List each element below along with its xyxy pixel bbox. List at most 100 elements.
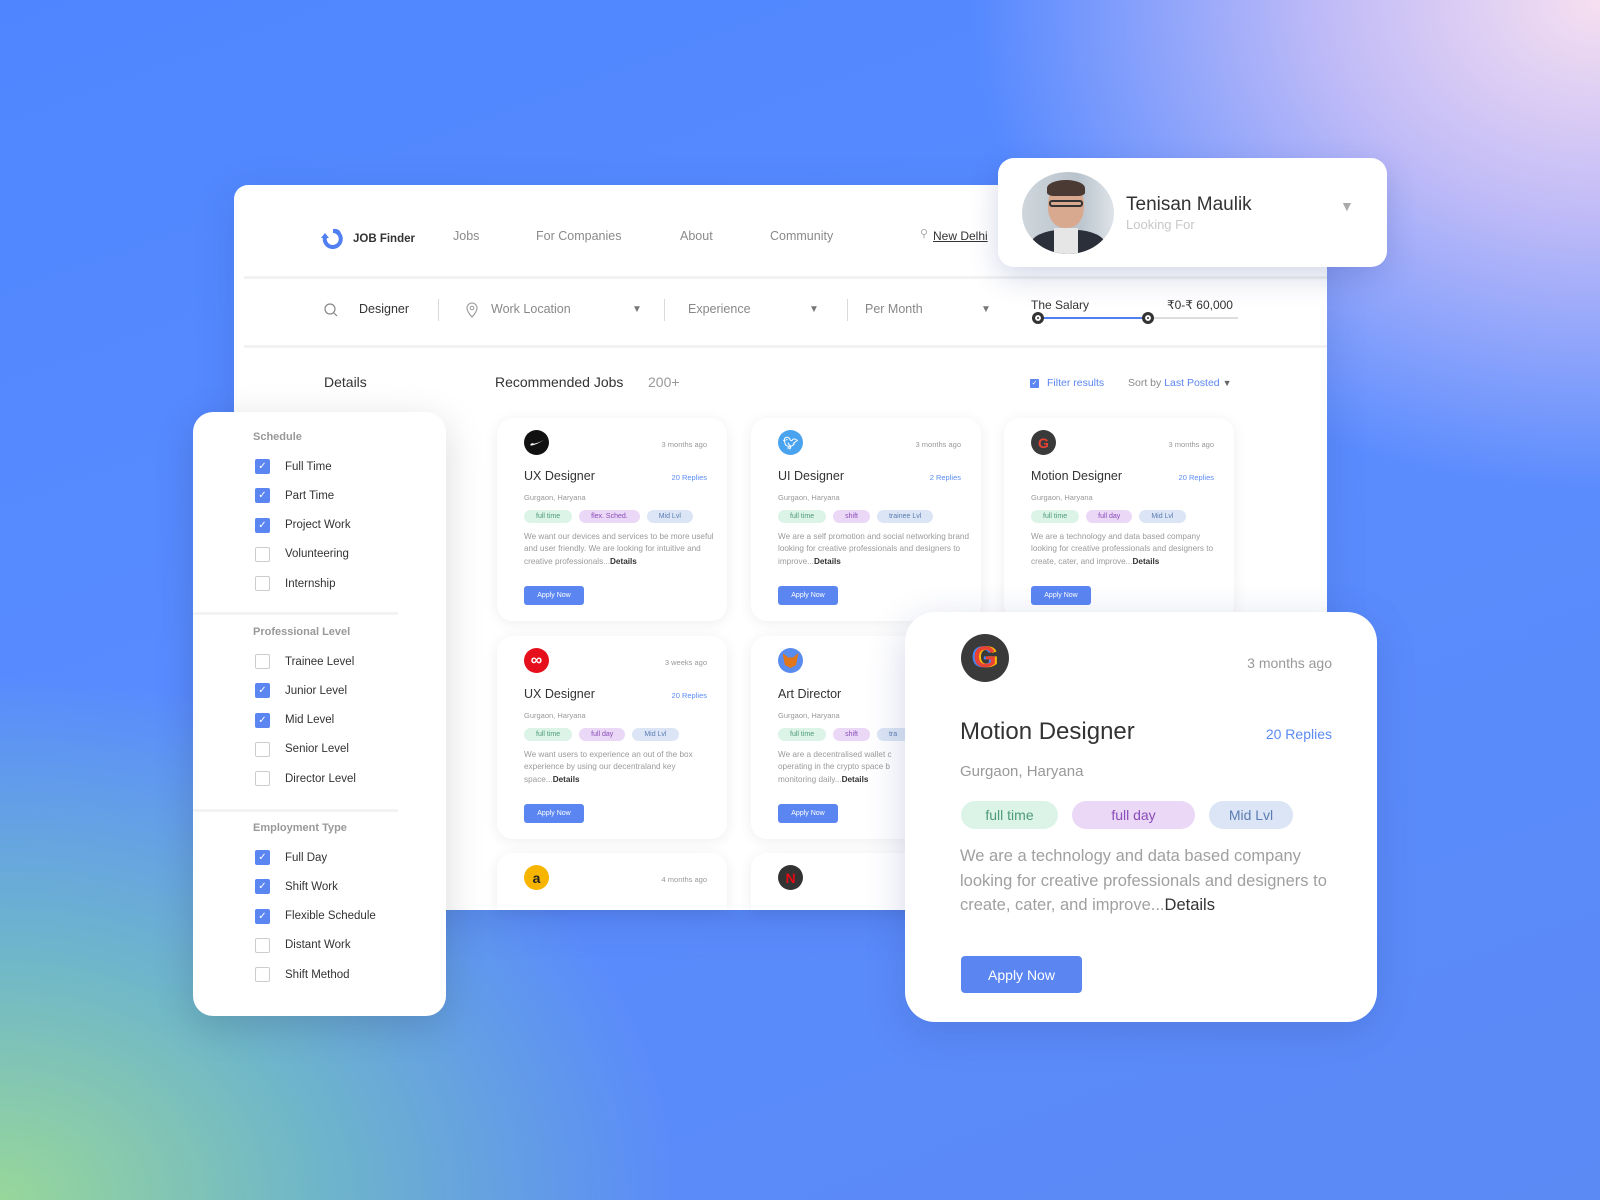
filter-option[interactable]: ✓ Junior Level <box>255 683 347 699</box>
checkbox-unchecked-icon[interactable] <box>255 967 270 983</box>
experience-select[interactable]: Experience <box>688 302 751 316</box>
checkbox-unchecked-icon[interactable] <box>255 576 270 592</box>
replies-link[interactable]: 20 Replies <box>1179 473 1214 482</box>
tag: full time <box>524 510 573 523</box>
filter-option-label: Director Level <box>285 772 356 785</box>
job-tags: full time shift tra <box>778 728 910 741</box>
details-link[interactable]: Details <box>553 775 580 784</box>
job-card[interactable]: G 3 months ago Motion Designer 20 Replies Gu… <box>1004 418 1234 621</box>
checkbox-checked-icon[interactable]: ✓ <box>255 459 270 474</box>
featured-job-card[interactable]: G 3 months ago Motion Designer 20 Replie… <box>905 612 1377 1022</box>
period-select[interactable]: Per Month <box>865 302 923 316</box>
filter-results-toggle[interactable]: ✓ Filter results <box>1030 377 1104 389</box>
sort-dropdown[interactable]: Sort by Last Posted ▼ <box>1128 377 1231 389</box>
slider-handle-min[interactable] <box>1032 312 1044 324</box>
brand-logo[interactable]: JOB Finder <box>319 227 415 251</box>
apply-now-button[interactable]: Apply Now <box>778 586 838 605</box>
filter-option[interactable]: Distant Work <box>255 937 351 953</box>
chevron-down-icon[interactable]: ▼ <box>809 304 819 315</box>
tag: flex. Sched. <box>579 510 640 523</box>
featured-title: Motion Designer <box>960 718 1135 745</box>
filter-option[interactable]: Volunteering <box>255 546 349 562</box>
location-link[interactable]: New Delhi <box>933 229 988 243</box>
filter-option[interactable]: ✓ Full Day <box>255 850 327 865</box>
checkbox-unchecked-icon[interactable] <box>255 546 270 562</box>
job-card[interactable]: a 4 months ago <box>497 853 727 910</box>
apply-now-button[interactable]: Apply Now <box>778 804 838 823</box>
avatar <box>1022 172 1114 254</box>
amazon-logo-icon: a <box>524 865 549 890</box>
filter-option[interactable]: ✓ Full Time <box>255 459 332 474</box>
checkbox-checked-icon[interactable]: ✓ <box>255 712 270 728</box>
details-link[interactable]: Details <box>842 775 869 784</box>
checkbox-unchecked-icon[interactable] <box>255 937 270 953</box>
featured-description: We are a technology and data based compa… <box>960 844 1355 918</box>
filter-group-title: Professional Level <box>253 626 351 638</box>
profile-card[interactable]: Tenisan Maulik Looking For ▼ <box>998 158 1387 267</box>
filter-option[interactable]: ✓ Project Work <box>255 517 351 533</box>
details-link[interactable]: Details <box>1132 557 1159 566</box>
apply-now-button[interactable]: Apply Now <box>1031 586 1091 605</box>
checkbox-checked-icon[interactable]: ✓ <box>255 683 270 699</box>
apply-now-button[interactable]: Apply Now <box>524 586 584 605</box>
filter-option-label: Part Time <box>285 489 335 502</box>
chevron-down-icon: ▼ <box>1222 378 1232 388</box>
chevron-down-icon[interactable]: ▼ <box>632 304 642 315</box>
details-link[interactable]: Details <box>814 557 841 566</box>
filter-option[interactable]: Internship <box>255 576 336 592</box>
tag: shift <box>833 510 870 523</box>
filter-option[interactable]: Trainee Level <box>255 654 354 669</box>
checkbox-checked-icon[interactable]: ✓ <box>255 908 270 924</box>
posted-time: 3 months ago <box>915 440 961 449</box>
nav-about[interactable]: About <box>680 229 713 243</box>
profile-dropdown-icon[interactable]: ▼ <box>1340 198 1354 214</box>
chevron-down-icon[interactable]: ▼ <box>981 304 991 315</box>
details-heading: Details <box>324 374 367 390</box>
salary-slider[interactable] <box>1032 312 1238 324</box>
filter-option[interactable]: Senior Level <box>255 741 349 757</box>
filter-option[interactable]: ✓ Part Time <box>255 488 335 504</box>
nav-for-companies[interactable]: For Companies <box>536 229 621 243</box>
replies-link[interactable]: 20 Replies <box>672 473 707 482</box>
sort-by-label: Sort by <box>1128 377 1162 389</box>
replies-link[interactable]: 20 Replies <box>672 691 707 700</box>
search-input[interactable]: Designer <box>359 302 409 316</box>
filter-option[interactable]: ✓ Mid Level <box>255 712 334 728</box>
featured-time: 3 months ago <box>1247 655 1332 671</box>
job-card[interactable]: ∞ 3 weeks ago UX Designer 20 Replies Gurgaon… <box>497 636 727 839</box>
nav-jobs[interactable]: Jobs <box>453 229 479 243</box>
featured-tags: full time full day Mid Lvl <box>961 801 1293 829</box>
details-link[interactable]: Details <box>610 557 637 566</box>
divider <box>244 276 1327 279</box>
featured-replies[interactable]: 20 Replies <box>1266 726 1332 742</box>
filter-option-label: Flexible Schedule <box>285 910 376 923</box>
divider <box>244 345 1327 348</box>
job-card[interactable]: 🐦︎ 3 months ago UI Designer 2 Replies Gurgao… <box>751 418 981 621</box>
filter-option[interactable]: ✓ Shift Work <box>255 879 338 895</box>
checkbox-checked-icon[interactable]: ✓ <box>255 850 270 865</box>
checkbox-checked-icon[interactable]: ✓ <box>255 517 270 533</box>
apply-now-button[interactable]: Apply Now <box>524 804 584 823</box>
apply-now-button[interactable]: Apply Now <box>961 956 1082 993</box>
filter-option[interactable]: Director Level <box>255 771 356 787</box>
filter-option[interactable]: ✓ Flexible Schedule <box>255 908 376 924</box>
checkbox-unchecked-icon[interactable] <box>255 741 270 757</box>
checkbox-unchecked-icon[interactable] <box>255 654 270 669</box>
details-link[interactable]: Details <box>1165 896 1215 914</box>
job-tags: full time shift trainee Lvl <box>778 510 934 523</box>
job-tags: full time flex. Sched. Mid Lvl <box>524 510 693 523</box>
checkbox-checked-icon[interactable]: ✓ <box>255 488 270 504</box>
checkbox-unchecked-icon[interactable] <box>255 771 270 787</box>
job-card[interactable]: 3 months ago UX Designer 20 Replies Gurgaon… <box>497 418 727 621</box>
checkbox-checked-icon[interactable]: ✓ <box>1030 378 1039 388</box>
replies-link[interactable]: 2 Replies <box>930 473 961 482</box>
posted-time: 3 weeks ago <box>664 658 707 667</box>
twitter-logo-icon: 🐦︎ <box>778 430 803 455</box>
checkbox-checked-icon[interactable]: ✓ <box>255 879 270 895</box>
nav-community[interactable]: Community <box>770 229 833 243</box>
filter-option[interactable]: Shift Method <box>255 967 350 983</box>
job-count: 200+ <box>648 374 680 390</box>
work-location-select[interactable]: Work Location <box>491 302 571 316</box>
slider-handle-max[interactable] <box>1142 312 1154 324</box>
description-text: We are a technology and data based compa… <box>960 847 1327 914</box>
